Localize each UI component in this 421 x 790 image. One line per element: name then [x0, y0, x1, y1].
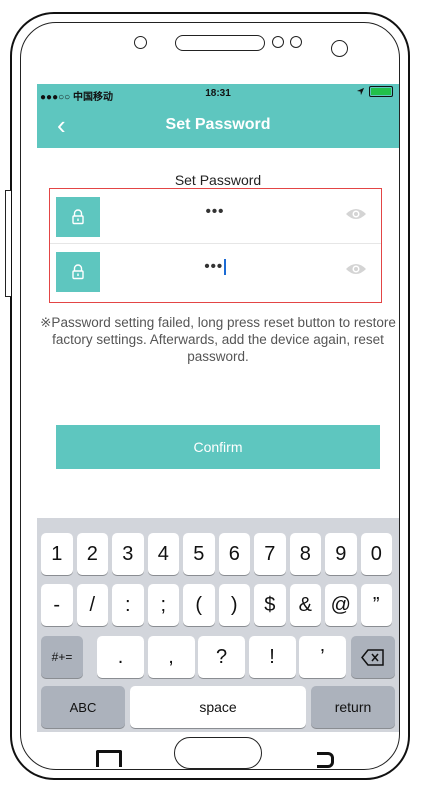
section-title: Set Password [174, 172, 262, 188]
backspace-key[interactable] [351, 636, 395, 678]
eye-icon[interactable] [345, 262, 367, 276]
key[interactable]: ( [183, 584, 215, 626]
password-row: ••• [50, 189, 381, 244]
key[interactable]: . [97, 636, 144, 678]
phone-side-button [5, 190, 11, 297]
password-fields-box: ••• ••• [49, 188, 382, 303]
key[interactable]: 6 [218, 533, 250, 575]
status-bar: ●●●○○ 中国移动 18:31 [37, 84, 399, 104]
battery-icon [369, 86, 393, 97]
key[interactable]: : [112, 584, 144, 626]
key[interactable]: ) [218, 584, 250, 626]
sensor-dot [272, 36, 284, 48]
back-nav-icon[interactable] [317, 752, 334, 768]
confirm-password-row: ••• [50, 244, 381, 298]
clock: 18:31 [205, 88, 231, 99]
eye-icon[interactable] [345, 207, 367, 221]
key[interactable]: , [147, 636, 195, 678]
numeric-keyboard: 1234567890 - /:;() $ & @” #+= .,?!’ ABC spac… [37, 518, 399, 732]
key[interactable]: ? [198, 636, 245, 678]
sensor-dot [290, 36, 302, 48]
lock-icon [56, 252, 100, 292]
key[interactable]: @ [325, 584, 357, 626]
reset-hint-text: ※Password setting failed, long press res… [40, 315, 396, 364]
location-icon [356, 87, 365, 96]
key[interactable]: 0 [360, 533, 392, 575]
nav-header: ●●●○○ 中国移动 18:31 ‹ Set Password [37, 84, 399, 148]
key[interactable]: 7 [254, 533, 286, 575]
recent-apps-icon[interactable] [96, 750, 122, 767]
key[interactable]: 9 [325, 533, 357, 575]
status-icons [356, 86, 393, 97]
key[interactable]: ” [360, 584, 392, 626]
backspace-icon [361, 648, 384, 666]
space-key[interactable]: space [130, 686, 306, 728]
key[interactable]: 3 [112, 533, 144, 575]
confirm-button[interactable]: Confirm [56, 425, 380, 469]
earpiece-speaker [175, 35, 265, 51]
key[interactable]: 1 [41, 533, 73, 575]
lock-icon [56, 197, 100, 237]
key[interactable]: 2 [76, 533, 108, 575]
key[interactable]: ; [147, 584, 179, 626]
key[interactable]: 8 [289, 533, 321, 575]
return-key[interactable]: return [311, 686, 395, 728]
proximity-sensor [331, 40, 348, 57]
key[interactable]: & [289, 584, 321, 626]
app-screen: ●●●○○ 中国移动 18:31 ‹ Set Password Set Pass… [37, 84, 399, 732]
page-title: Set Password [165, 116, 271, 133]
key[interactable]: 5 [183, 533, 215, 575]
key[interactable]: 4 [147, 533, 179, 575]
front-camera [134, 36, 147, 49]
confirm-password-input[interactable]: ••• [110, 258, 320, 276]
abc-key[interactable]: ABC [41, 686, 125, 728]
key[interactable]: - [41, 584, 73, 626]
text-caret [224, 259, 226, 276]
key[interactable]: / [76, 584, 108, 626]
confirm-password-value: ••• [204, 258, 224, 275]
key[interactable]: ’ [299, 636, 346, 678]
home-button[interactable] [174, 737, 262, 769]
password-input[interactable]: ••• [110, 203, 320, 220]
key[interactable]: $ [254, 584, 286, 626]
symbols-toggle-key[interactable]: #+= [41, 636, 83, 678]
key[interactable]: ! [248, 636, 296, 678]
